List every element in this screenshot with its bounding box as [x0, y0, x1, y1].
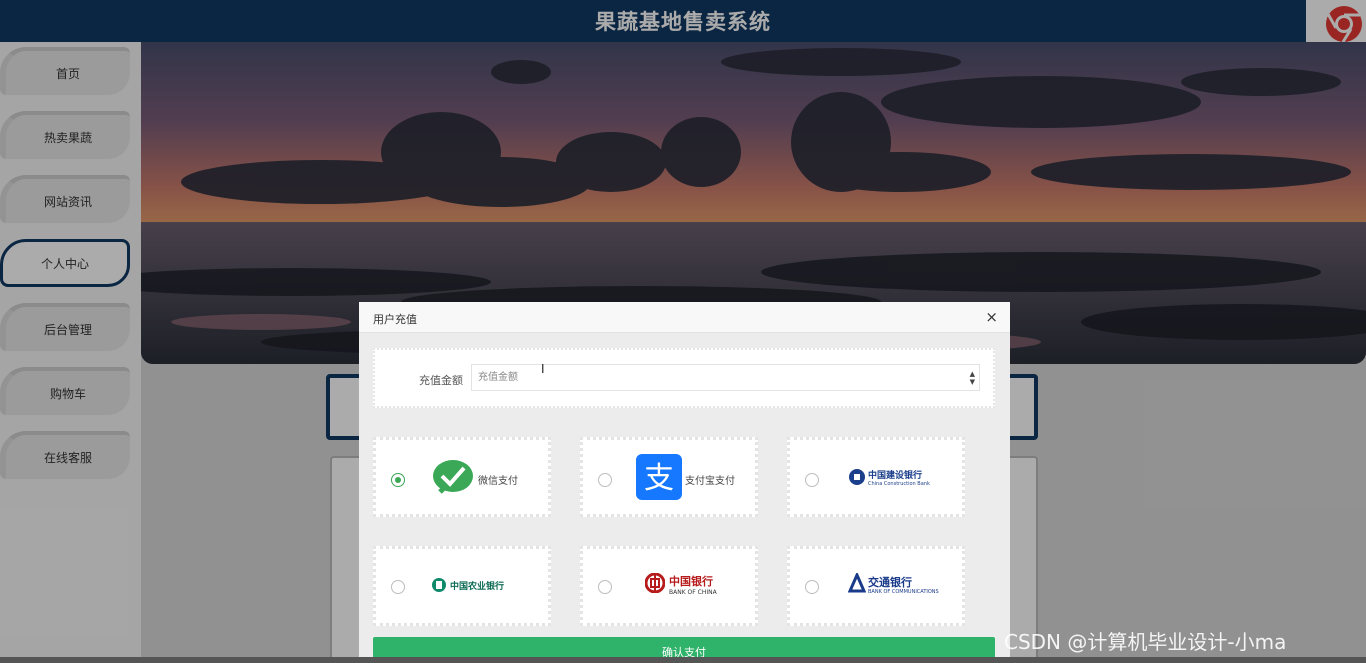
dialog-header: 用户充值 × [359, 302, 1010, 333]
amount-input[interactable]: 充值金额 ▲ ▼ [471, 364, 980, 391]
ccb-sublabel: China Construction Bank [868, 481, 930, 487]
boc-radio[interactable] [598, 580, 612, 594]
boc-sublabel: BANK OF CHINA [669, 589, 717, 596]
recharge-dialog: 用户充值 × 充值金额 充值金额 ▲ ▼ I 微信支付 支 支付宝支付 中国建设… [359, 302, 1010, 663]
payment-option-ccb[interactable]: 中国建设银行 China Construction Bank [787, 437, 965, 517]
payment-option-abc[interactable]: 中国农业银行 [373, 546, 551, 626]
watermark: CSDN @计算机毕业设计-小ma [1004, 630, 1287, 654]
bocom-label: 交通银行 [868, 576, 912, 589]
wechat-pay-icon [433, 460, 473, 494]
abc-radio[interactable] [391, 580, 405, 594]
bottom-strip [0, 657, 1366, 663]
abc-label: 中国农业银行 [450, 582, 505, 592]
ccb-radio[interactable] [805, 473, 819, 487]
payment-option-wechat[interactable]: 微信支付 [373, 437, 551, 517]
amount-label: 充值金额 [419, 374, 463, 387]
payment-option-boc[interactable]: 中国银行 BANK OF CHINA [580, 546, 758, 626]
ccb-label: 中国建设银行 [868, 471, 923, 481]
text-cursor-icon: I [541, 362, 545, 376]
amount-row: 充值金额 充值金额 ▲ ▼ I [373, 348, 995, 408]
close-icon[interactable]: × [985, 308, 998, 326]
bocom-icon [848, 573, 866, 593]
alipay-icon: 支 [636, 454, 682, 500]
dialog-title: 用户充值 [373, 313, 417, 326]
bocom-sublabel: BANK OF COMMUNICATIONS [868, 589, 939, 595]
bocom-radio[interactable] [805, 580, 819, 594]
number-spinner-icon[interactable]: ▲ ▼ [970, 370, 975, 386]
boc-label: 中国银行 [669, 575, 713, 588]
wechat-pay-label: 微信支付 [478, 476, 518, 487]
amount-placeholder: 充值金额 [478, 372, 518, 383]
wechat-radio[interactable] [391, 473, 405, 487]
payment-option-bocom[interactable]: 交通银行 BANK OF COMMUNICATIONS [787, 546, 965, 626]
payment-option-alipay[interactable]: 支 支付宝支付 [580, 437, 758, 517]
alipay-radio[interactable] [598, 473, 612, 487]
alipay-label: 支付宝支付 [685, 476, 735, 487]
boc-icon [645, 573, 665, 593]
abc-icon [432, 578, 446, 592]
svg-text:支: 支 [644, 461, 674, 496]
ccb-icon [849, 469, 865, 485]
